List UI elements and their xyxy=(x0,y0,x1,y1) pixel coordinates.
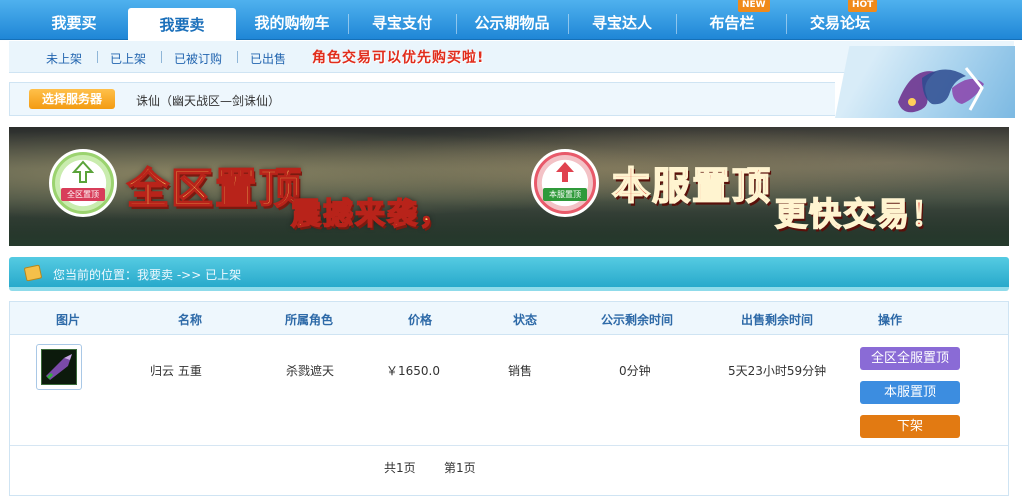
banner-subtitle-shock: 震撼来袭， xyxy=(290,196,451,233)
subnav-divider xyxy=(237,51,238,63)
column-header-public-time: 公示剩余时间 xyxy=(601,313,674,327)
top-navigation: 我要买 我要卖 我的购物车 寻宝支付 公示期物品 寻宝达人 布告栏 NEW 交易… xyxy=(0,0,1022,41)
tab-label: 交易论坛 xyxy=(809,14,870,32)
tab-label: 寻宝达人 xyxy=(591,14,652,32)
tab-buy[interactable]: 我要买 xyxy=(20,6,129,40)
breadcrumb: 您当前的位置：我要卖 ->> 已上架 xyxy=(9,257,1009,291)
tab-label: 我要买 xyxy=(51,14,97,32)
tab-label: 布告栏 xyxy=(709,14,755,32)
weapon-icon xyxy=(42,350,76,384)
column-header-status: 状态 xyxy=(513,313,538,327)
tab-label: 寻宝支付 xyxy=(371,14,432,32)
column-header-image: 图片 xyxy=(56,313,81,327)
hot-badge: HOT xyxy=(848,0,878,12)
server-top-badge: 本服置顶 xyxy=(531,149,599,217)
item-role: 杀戮遮天 xyxy=(286,364,335,378)
subnav-listed[interactable]: 已上架 xyxy=(110,50,146,67)
up-arrow-icon xyxy=(556,162,574,182)
banner-subtitle-faster: 更快交易！ xyxy=(774,194,946,234)
subnav-divider xyxy=(161,51,162,63)
all-region-top-badge: 全区置顶 xyxy=(49,149,117,217)
item-public-remaining: 0分钟 xyxy=(619,364,651,378)
game-logo-icon xyxy=(898,67,984,113)
top-this-server-button[interactable]: 本服置顶 xyxy=(860,381,960,404)
tab-bulletin[interactable]: 布告栏 NEW xyxy=(678,0,787,40)
top-all-regions-button[interactable]: 全区全服置顶 xyxy=(860,347,960,370)
tab-label: 我要卖 xyxy=(159,16,205,34)
badge-chip-label: 全区置顶 xyxy=(61,188,105,201)
tab-label: 公示期物品 xyxy=(474,14,550,32)
listing-table: 图片 名称 所属角色 价格 状态 公示剩余时间 出售剩余时间 操作 归云 五重 … xyxy=(9,301,1009,496)
tab-public-items[interactable]: 公示期物品 xyxy=(456,6,569,40)
up-arrow-icon xyxy=(72,160,94,183)
column-header-role: 所属角色 xyxy=(285,313,334,327)
item-price: ￥1650.0 xyxy=(386,364,440,378)
column-header-actions: 操作 xyxy=(878,313,903,327)
subnav-ordered[interactable]: 已被订购 xyxy=(174,50,222,67)
subnav-unlisted[interactable]: 未上架 xyxy=(46,50,82,67)
breadcrumb-text: 您当前的位置：我要卖 ->> 已上架 xyxy=(53,268,242,282)
new-badge: NEW xyxy=(738,0,770,12)
item-sale-remaining: 5天23小时59分钟 xyxy=(728,364,827,378)
banner-title-server: 本服置顶 xyxy=(611,162,773,209)
promo-banner[interactable]: 全区置顶 全区置顶 震撼来袭， 本服置顶 本服置顶 更快交易！ xyxy=(9,127,1009,246)
subnav-divider xyxy=(97,51,98,63)
pager-total: 共1页 xyxy=(384,461,416,475)
tab-divider xyxy=(676,14,677,34)
badge-chip-label: 本服置顶 xyxy=(543,188,587,201)
item-thumbnail[interactable] xyxy=(36,344,82,390)
tab-payment[interactable]: 寻宝支付 xyxy=(348,6,457,40)
column-header-name: 名称 xyxy=(178,313,203,327)
select-server-button[interactable]: 选择服务器 xyxy=(29,89,115,109)
server-bar: 选择服务器 诛仙（幽天战区—剑诛仙） xyxy=(9,82,835,116)
row-divider xyxy=(10,445,1008,446)
item-status: 销售 xyxy=(508,364,533,378)
item-image xyxy=(41,349,77,385)
subnav-sold[interactable]: 已出售 xyxy=(250,50,286,67)
tab-forum[interactable]: 交易论坛 HOT xyxy=(786,0,894,40)
tab-cart[interactable]: 我的购物车 xyxy=(236,6,349,40)
column-header-sale-time: 出售剩余时间 xyxy=(741,313,814,327)
column-header-price: 价格 xyxy=(408,313,433,327)
scroll-icon xyxy=(23,264,43,282)
item-name: 归云 五重 xyxy=(150,364,202,378)
tab-experts[interactable]: 寻宝达人 xyxy=(568,6,677,40)
table-header: 图片 名称 所属角色 价格 状态 公示剩余时间 出售剩余时间 操作 xyxy=(10,302,1008,335)
tab-label: 我的购物车 xyxy=(254,14,330,32)
server-name: 诛仙（幽天战区—剑诛仙） xyxy=(136,94,281,108)
promo-text: 角色交易可以优先购买啦! xyxy=(312,50,485,66)
tab-sell[interactable]: 我要卖 xyxy=(128,8,236,41)
banner-title-all: 全区置顶 xyxy=(126,163,304,214)
pager-current[interactable]: 第1页 xyxy=(444,459,476,476)
delist-button[interactable]: 下架 xyxy=(860,415,960,438)
